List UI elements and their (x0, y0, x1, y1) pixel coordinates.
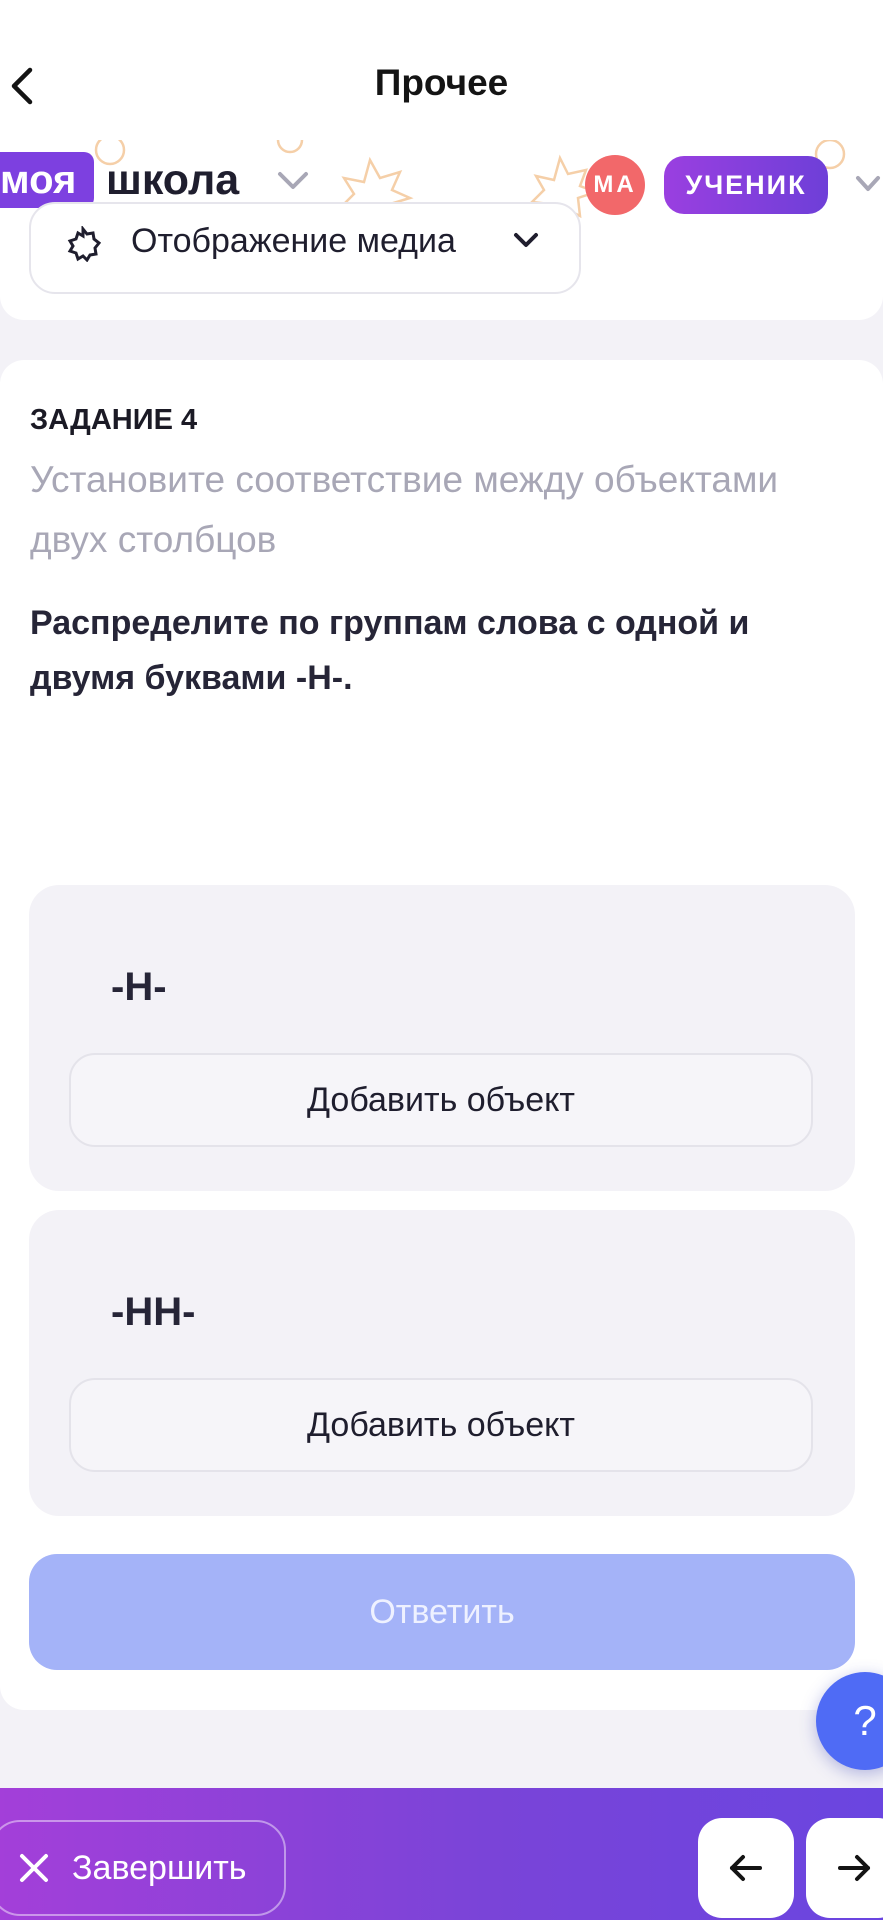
add-object-button[interactable]: Добавить объект (69, 1378, 813, 1472)
user-avatar[interactable]: МА (585, 155, 645, 215)
question-mark-icon: ? (853, 1697, 877, 1744)
group-title: -Н- (111, 965, 167, 1009)
school-dropdown[interactable] (276, 170, 310, 197)
top-nav: Прочее (0, 0, 883, 140)
badge-icon (67, 226, 101, 262)
group-double-n: -НН- Добавить объект (29, 1210, 855, 1516)
school-logo-box: моя (0, 152, 95, 208)
add-object-button[interactable]: Добавить объект (69, 1053, 813, 1147)
answer-button[interactable]: Ответить (29, 1554, 855, 1670)
media-toggle-button[interactable]: Отображение медиа (29, 202, 581, 294)
chevron-down-icon (856, 176, 880, 191)
group-title: -НН- (111, 1290, 196, 1334)
next-button[interactable] (806, 1818, 883, 1918)
bottom-bar: Завершить (0, 1788, 883, 1920)
chevron-down-icon (278, 172, 308, 189)
media-card: Отображение медиа (0, 202, 883, 320)
role-dropdown[interactable] (855, 175, 881, 200)
group-single-n: -Н- Добавить объект (29, 885, 855, 1191)
finish-button[interactable]: Завершить (0, 1820, 286, 1916)
close-icon (20, 1854, 48, 1882)
arrow-right-icon (838, 1855, 870, 1881)
page-title: Прочее (374, 62, 509, 103)
prev-button[interactable] (698, 1818, 794, 1918)
task-number: ЗАДАНИЕ 4 (30, 404, 198, 436)
school-logo-word: школа (106, 156, 240, 204)
task-type: Установите соответствие между объектами … (30, 459, 779, 560)
chevron-down-icon (514, 233, 538, 247)
finish-label: Завершить (72, 1848, 247, 1887)
task-card: ЗАДАНИЕ 4 Установите соответствие между … (0, 360, 883, 1710)
arrow-left-icon (730, 1855, 762, 1881)
task-question: Распределите по группам слова с одной и … (30, 604, 750, 697)
role-badge[interactable]: УЧЕНИК (664, 156, 828, 214)
media-toggle-label: Отображение медиа (131, 222, 456, 260)
